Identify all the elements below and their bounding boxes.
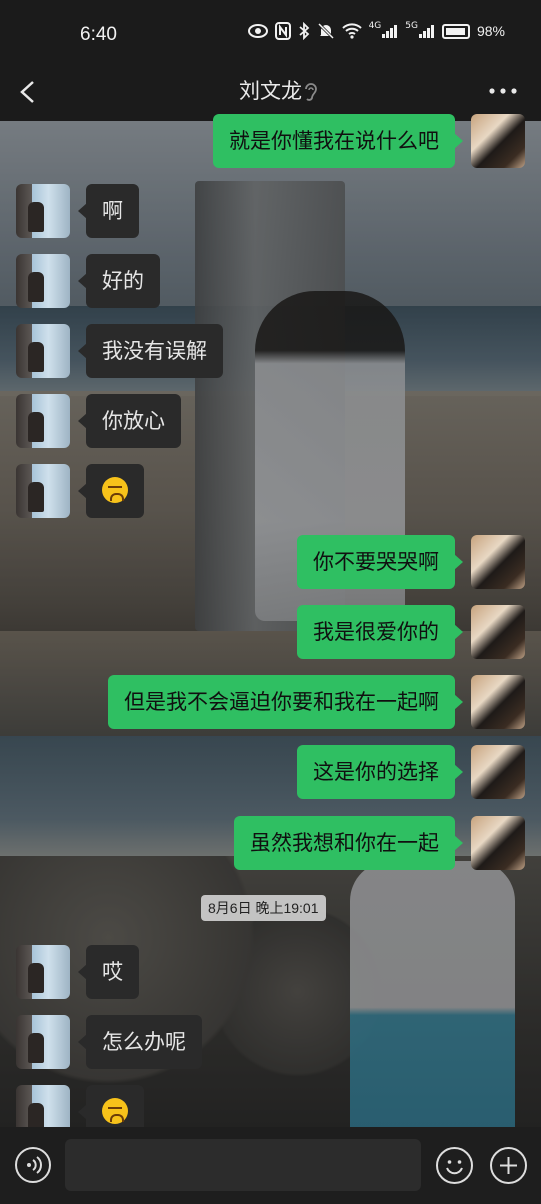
contact-avatar[interactable] — [16, 1085, 70, 1127]
grimace-emoji-icon — [102, 477, 128, 503]
status-bar: 6:40 4G 5G 98% — [0, 0, 541, 64]
signal-icon — [382, 25, 398, 38]
message-row — [0, 464, 541, 524]
network-5g-label: 5G — [405, 21, 418, 31]
battery-percent: 98% — [476, 23, 505, 39]
message-row: 啊 — [0, 184, 541, 244]
signal-icon-2 — [418, 25, 434, 38]
nfc-icon — [274, 22, 291, 40]
message-row: 你不要哭哭啊 — [0, 535, 541, 595]
grimace-emoji-icon — [102, 1098, 128, 1124]
message-bubble-emoji[interactable] — [78, 1085, 144, 1127]
contact-avatar[interactable] — [16, 324, 70, 378]
message-row: 你放心 — [0, 394, 541, 454]
mute-bell-icon — [317, 22, 334, 40]
message-row — [0, 1085, 541, 1127]
message-row: 哎 — [0, 945, 541, 1005]
voice-input-button[interactable] — [15, 1147, 51, 1183]
message-row: 就是你懂我在说什么吧 — [0, 114, 541, 174]
my-avatar[interactable] — [471, 816, 525, 870]
message-row: 我是很爱你的 — [0, 605, 541, 665]
my-avatar[interactable] — [471, 605, 525, 659]
message-bubble[interactable]: 啊 — [78, 184, 139, 238]
message-bubble-emoji[interactable] — [78, 464, 144, 518]
message-bubble[interactable]: 怎么办呢 — [78, 1015, 202, 1069]
message-bubble[interactable]: 你不要哭哭啊 — [297, 535, 463, 589]
message-bubble[interactable]: 但是我不会逼迫你要和我在一起啊 — [108, 675, 463, 729]
contact-avatar[interactable] — [16, 945, 70, 999]
contact-avatar[interactable] — [16, 464, 70, 518]
chat-timestamp: 8月6日 晚上19:01 — [201, 895, 326, 921]
chat-header: 刘文龙 — [0, 64, 541, 121]
network-4g-label: 4G — [368, 21, 382, 31]
eye-icon — [247, 24, 268, 38]
message-row: 这是你的选择 — [0, 745, 541, 805]
my-avatar[interactable] — [471, 745, 525, 799]
voice-icon — [27, 1156, 42, 1174]
message-bubble[interactable]: 我是很爱你的 — [297, 605, 463, 659]
chat-title: 刘文龙 — [239, 79, 302, 103]
emoji-button[interactable] — [436, 1147, 473, 1184]
more-options-icon[interactable] — [487, 78, 519, 104]
earpiece-mode-icon — [305, 83, 317, 101]
input-bar — [0, 1127, 541, 1204]
my-avatar[interactable] — [471, 535, 525, 589]
my-avatar[interactable] — [471, 675, 525, 729]
message-bubble[interactable]: 好的 — [78, 254, 160, 308]
battery-icon — [441, 23, 470, 39]
message-row: 但是我不会逼迫你要和我在一起啊 — [0, 675, 541, 735]
message-row: 好的 — [0, 254, 541, 314]
message-bubble[interactable]: 这是你的选择 — [297, 745, 463, 799]
status-time: 6:40 — [80, 24, 117, 45]
message-bubble[interactable]: 就是你懂我在说什么吧 — [213, 114, 463, 168]
message-bubble[interactable]: 哎 — [78, 945, 139, 999]
wifi-icon — [341, 23, 362, 39]
contact-avatar[interactable] — [16, 394, 70, 448]
message-bubble[interactable]: 你放心 — [78, 394, 181, 448]
contact-avatar[interactable] — [16, 184, 70, 238]
plus-icon — [500, 1157, 517, 1174]
my-avatar[interactable] — [471, 114, 525, 168]
message-bubble[interactable]: 虽然我想和你在一起 — [234, 816, 463, 870]
message-input[interactable] — [65, 1139, 421, 1191]
smiley-icon — [446, 1160, 463, 1175]
more-functions-button[interactable] — [490, 1147, 527, 1184]
message-row: 虽然我想和你在一起 — [0, 816, 541, 876]
message-bubble[interactable]: 我没有误解 — [78, 324, 223, 378]
contact-avatar[interactable] — [16, 254, 70, 308]
message-row: 怎么办呢 — [0, 1015, 541, 1075]
message-row: 我没有误解 — [0, 324, 541, 384]
bluetooth-icon — [298, 22, 309, 40]
status-icons: 4G 5G 98% — [247, 21, 505, 40]
contact-avatar[interactable] — [16, 1015, 70, 1069]
